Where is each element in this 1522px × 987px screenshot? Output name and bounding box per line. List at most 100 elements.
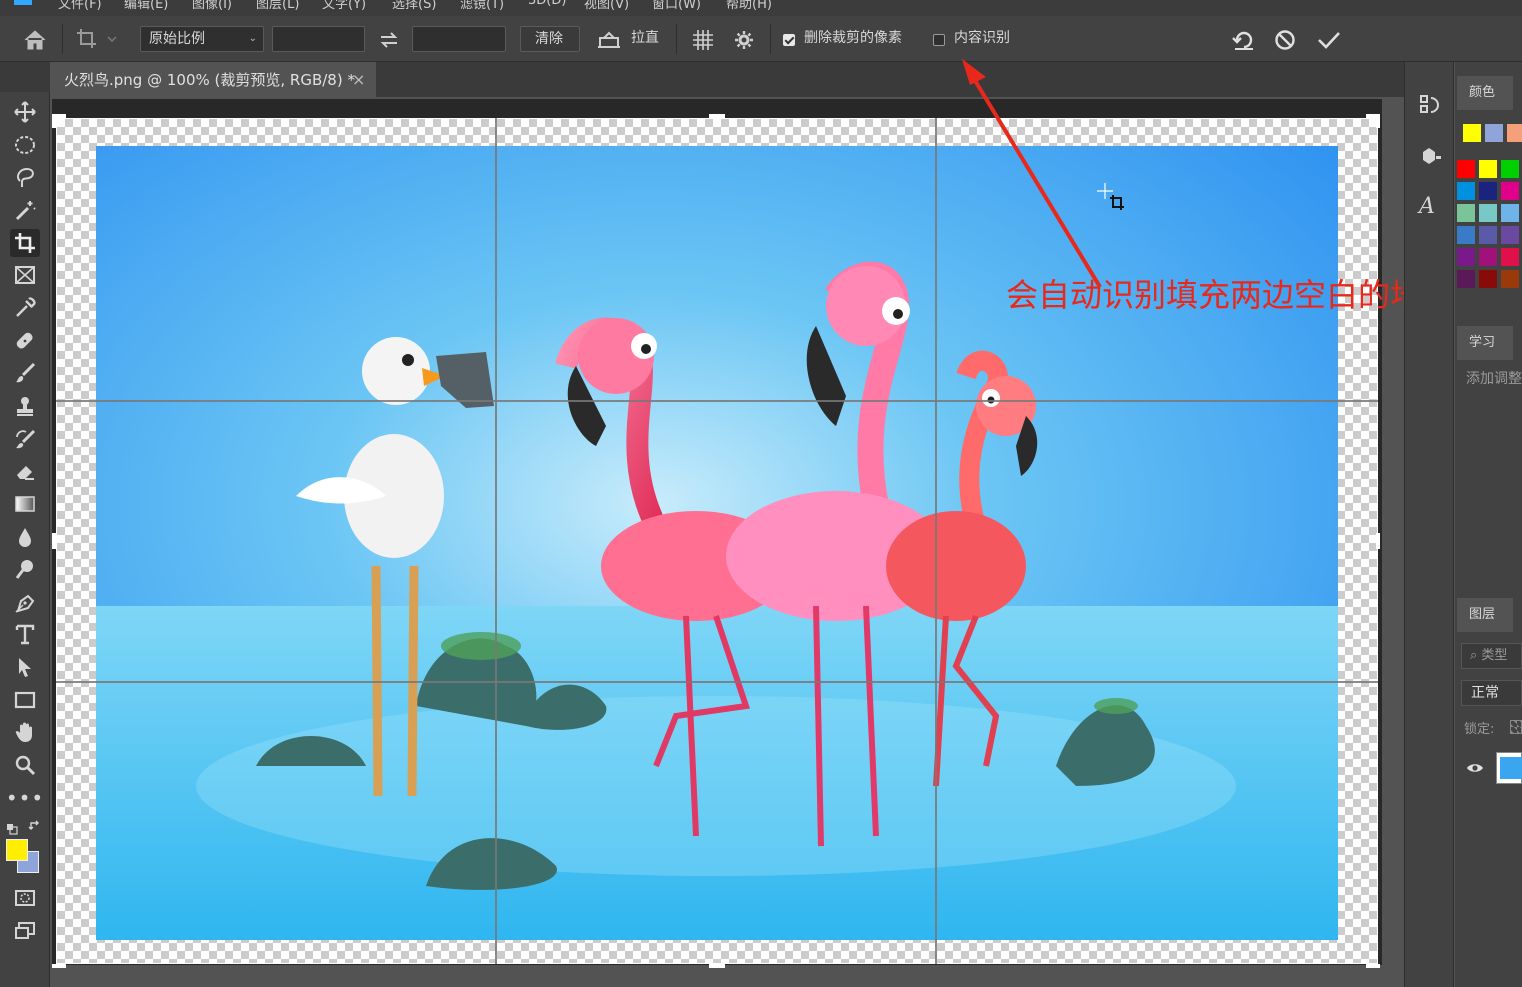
swatch[interactable] bbox=[1501, 160, 1519, 178]
hand-tool-icon[interactable] bbox=[10, 718, 40, 746]
swatch[interactable] bbox=[1457, 204, 1475, 222]
swatch[interactable] bbox=[1463, 124, 1481, 142]
cancel-icon[interactable] bbox=[1273, 28, 1297, 52]
crop-preset-icon[interactable] bbox=[74, 27, 118, 51]
history-brush-icon[interactable] bbox=[10, 425, 40, 453]
type-tool-icon[interactable] bbox=[10, 620, 40, 648]
frame-tool-icon[interactable] bbox=[10, 261, 40, 289]
swatch[interactable] bbox=[1501, 226, 1519, 244]
layer-thumbnail[interactable] bbox=[1496, 752, 1522, 784]
menu-file[interactable]: 文件(F) bbox=[58, 0, 102, 12]
swatch[interactable] bbox=[1479, 226, 1497, 244]
grid-overlay-icon[interactable] bbox=[691, 28, 715, 52]
content-aware-label[interactable]: 内容识别 bbox=[954, 25, 1010, 51]
eraser-tool-icon[interactable] bbox=[10, 457, 40, 485]
menu-type[interactable]: 文字(Y) bbox=[322, 0, 366, 12]
brush-tool-icon[interactable] bbox=[10, 359, 40, 387]
blend-mode-select[interactable]: 正常 bbox=[1461, 680, 1522, 706]
history-panel-icon[interactable] bbox=[1417, 92, 1443, 118]
swatch[interactable] bbox=[1479, 160, 1497, 178]
swatch[interactable] bbox=[1479, 248, 1497, 266]
crop-handle-bl[interactable] bbox=[52, 964, 66, 968]
stamp-tool-icon[interactable] bbox=[10, 392, 40, 420]
crop-handle-tr-v[interactable] bbox=[1376, 114, 1380, 128]
ratio-select[interactable]: 原始比例 ⌄ bbox=[140, 26, 264, 52]
default-colors-icon[interactable] bbox=[6, 820, 18, 835]
close-icon[interactable]: × bbox=[352, 64, 365, 96]
crop-handle-top[interactable] bbox=[709, 114, 725, 118]
tab-learn[interactable]: 学习 bbox=[1457, 326, 1513, 360]
swatch[interactable] bbox=[1457, 160, 1475, 178]
crop-tool-icon[interactable] bbox=[10, 229, 40, 257]
menu-layer[interactable]: 图层(L) bbox=[256, 0, 299, 12]
magic-wand-icon[interactable] bbox=[10, 196, 40, 224]
swatch[interactable] bbox=[1501, 182, 1519, 200]
swatch[interactable] bbox=[1501, 248, 1519, 266]
height-field[interactable] bbox=[412, 26, 506, 52]
move-tool-icon[interactable] bbox=[10, 98, 40, 126]
swap-icon[interactable] bbox=[378, 29, 400, 51]
menu-filter[interactable]: 滤镜(T) bbox=[460, 0, 504, 12]
home-icon[interactable] bbox=[22, 28, 48, 52]
swatch[interactable] bbox=[1479, 182, 1497, 200]
adjustments-label: 添加调整 bbox=[1466, 371, 1522, 387]
menu-edit[interactable]: 编辑(E) bbox=[124, 0, 168, 12]
gear-icon[interactable] bbox=[733, 29, 757, 53]
blur-tool-icon[interactable] bbox=[10, 523, 40, 551]
delete-cropped-label[interactable]: 删除裁剪的像素 bbox=[804, 25, 902, 51]
swatch[interactable] bbox=[1501, 204, 1519, 222]
more-tools-icon[interactable]: ••• bbox=[6, 784, 43, 812]
swatch[interactable] bbox=[1479, 204, 1497, 222]
zoom-tool-icon[interactable] bbox=[10, 751, 40, 779]
menu-view[interactable]: 视图(V) bbox=[584, 0, 629, 12]
pen-tool-icon[interactable] bbox=[10, 588, 40, 616]
swatch[interactable] bbox=[1457, 270, 1475, 288]
visibility-eye-icon[interactable] bbox=[1466, 760, 1484, 776]
crop-handle-left[interactable] bbox=[52, 533, 56, 549]
screen-mode-icon[interactable] bbox=[10, 917, 40, 945]
swatch[interactable] bbox=[1457, 182, 1475, 200]
dodge-tool-icon[interactable] bbox=[10, 555, 40, 583]
swatch[interactable] bbox=[1479, 270, 1497, 288]
clear-button[interactable]: 清除 bbox=[520, 26, 580, 52]
width-field[interactable] bbox=[272, 26, 365, 52]
lasso-tool-icon[interactable] bbox=[10, 163, 40, 191]
straighten-label[interactable]: 拉直 bbox=[631, 25, 659, 51]
layer-search-field[interactable]: ⌕ 类型 bbox=[1461, 643, 1522, 669]
commit-check-icon[interactable] bbox=[1316, 28, 1342, 52]
swatch[interactable] bbox=[1457, 226, 1475, 244]
content-aware-checkbox[interactable] bbox=[933, 34, 945, 46]
swatch[interactable] bbox=[1485, 124, 1503, 142]
quick-mask-icon[interactable] bbox=[10, 884, 40, 912]
ellipse-marquee-icon[interactable] bbox=[10, 131, 40, 159]
healing-brush-icon[interactable] bbox=[10, 327, 40, 355]
delete-cropped-checkbox[interactable] bbox=[783, 34, 795, 46]
rectangle-tool-icon[interactable] bbox=[10, 686, 40, 714]
eyedropper-icon[interactable] bbox=[10, 294, 40, 322]
straighten-icon[interactable] bbox=[596, 29, 622, 51]
swap-colors-icon[interactable] bbox=[28, 818, 42, 832]
swatch[interactable] bbox=[1507, 124, 1522, 142]
document-tab[interactable]: 火烈鸟.png @ 100% (裁剪预览, RGB/8) * × bbox=[52, 62, 376, 97]
crop-handle-right[interactable] bbox=[1376, 533, 1380, 549]
crop-handle-bottom[interactable] bbox=[709, 964, 725, 968]
lock-checker-icon[interactable] bbox=[1510, 720, 1522, 734]
search-icon: ⌕ bbox=[1470, 648, 1478, 663]
menu-select[interactable]: 选择(S) bbox=[392, 0, 436, 12]
tab-color[interactable]: 颜色 bbox=[1457, 76, 1513, 110]
reset-icon[interactable] bbox=[1232, 28, 1256, 52]
menu-help[interactable]: 帮助(H) bbox=[726, 0, 772, 12]
swatch[interactable] bbox=[1457, 248, 1475, 266]
menu-window[interactable]: 窗口(W) bbox=[652, 0, 701, 12]
character-panel-icon[interactable]: A bbox=[1419, 194, 1443, 220]
menu-3d[interactable]: 3D(D) bbox=[528, 0, 566, 8]
path-selection-icon[interactable] bbox=[10, 653, 40, 681]
tab-layers[interactable]: 图层 bbox=[1457, 598, 1513, 632]
crop-handle-br[interactable] bbox=[1366, 964, 1380, 968]
swatch[interactable] bbox=[1501, 270, 1519, 288]
foreground-color-swatch[interactable] bbox=[6, 839, 28, 861]
crop-handle-tl-v[interactable] bbox=[52, 114, 56, 128]
3d-panel-icon[interactable] bbox=[1417, 144, 1443, 170]
menu-image[interactable]: 图像(I) bbox=[192, 0, 232, 12]
gradient-tool-icon[interactable] bbox=[10, 490, 40, 518]
